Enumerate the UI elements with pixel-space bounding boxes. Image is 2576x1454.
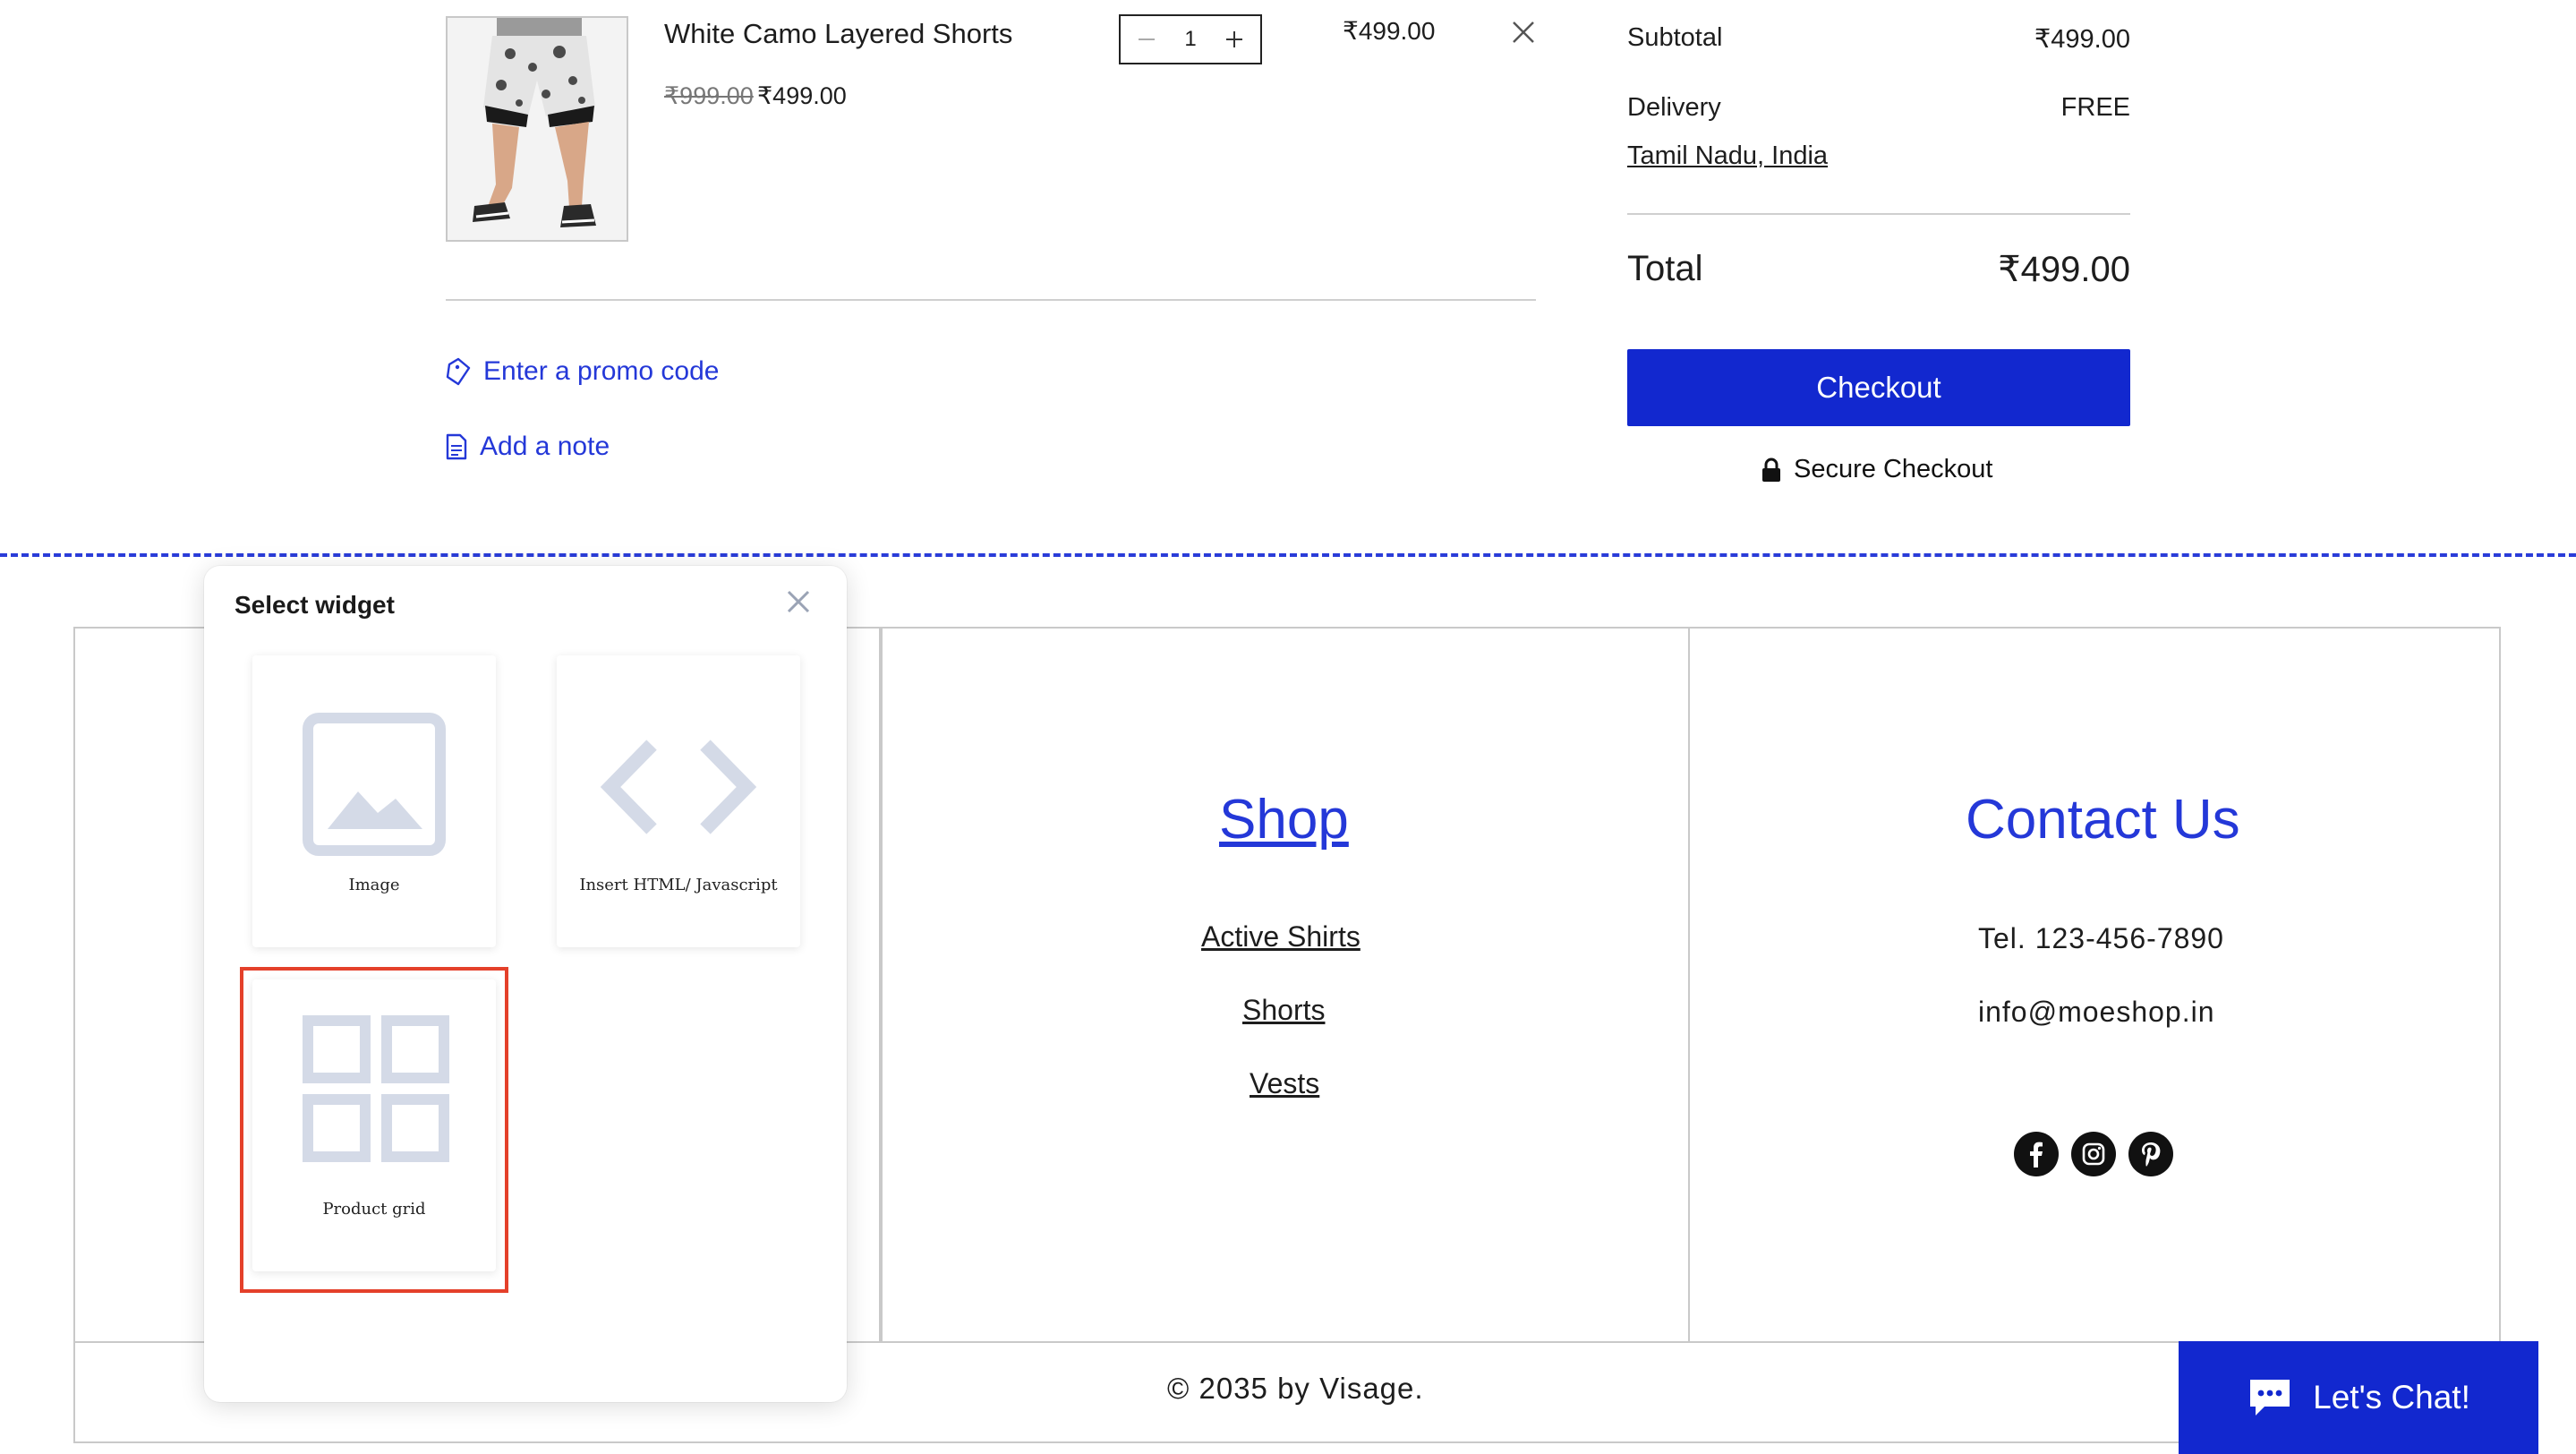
minus-icon (1139, 38, 1155, 40)
widget-option-image[interactable]: Image (252, 655, 496, 947)
chat-label: Let's Chat! (2313, 1379, 2470, 1416)
quantity-stepper[interactable]: 1 (1119, 14, 1262, 64)
footer-phone: Tel. 123-456-7890 (1978, 922, 2224, 954)
subtotal-label: Subtotal (1627, 23, 1723, 52)
secure-checkout: Secure Checkout (1761, 455, 1992, 484)
summary-divider (1627, 213, 2130, 215)
quantity-value[interactable]: 1 (1184, 27, 1196, 52)
promo-code-label: Enter a promo code (483, 356, 720, 386)
close-icon (1513, 21, 1534, 43)
widget-option-label: Insert HTML/ Javascript (579, 876, 778, 894)
footer-link-shorts[interactable]: Shorts (1242, 994, 1325, 1027)
plus-icon (1225, 31, 1242, 47)
decrease-quantity-button[interactable] (1133, 26, 1160, 53)
footer-email[interactable]: info@moeshop.in (1978, 996, 2215, 1029)
secure-checkout-label: Secure Checkout (1794, 455, 1993, 483)
footer-shop-title[interactable]: Shop (1219, 788, 1349, 851)
chat-button[interactable]: Let's Chat! (2179, 1341, 2538, 1454)
footer-copyright: © 2035 by Visage. (1167, 1372, 1424, 1405)
product-thumbnail[interactable] (446, 16, 628, 242)
total-label: Total (1627, 249, 1703, 288)
tag-icon (446, 357, 471, 386)
chat-bubble-icon (2250, 1380, 2290, 1416)
code-icon (600, 740, 757, 834)
panel-title: Select widget (235, 591, 395, 619)
total-value: ₹499.00 (1998, 250, 2130, 289)
delivery-value: FREE (2060, 93, 2130, 122)
subtotal-value: ₹499.00 (2034, 25, 2130, 54)
section-boundary (0, 553, 2576, 557)
note-icon (446, 433, 467, 460)
product-photo (448, 18, 627, 240)
instagram-icon[interactable] (2071, 1132, 2116, 1176)
checkout-button[interactable]: Checkout (1627, 349, 2130, 426)
product-sale-price: ₹499.00 (757, 82, 847, 109)
selection-highlight (240, 967, 508, 1293)
product-name[interactable]: White Camo Layered Shorts (664, 18, 1012, 50)
promo-code-link[interactable]: Enter a promo code (446, 356, 719, 387)
footer-link-active-shirts[interactable]: Active Shirts (1201, 920, 1361, 954)
widget-option-html[interactable]: Insert HTML/ Javascript (557, 655, 800, 947)
footer-contact-title: Contact Us (1966, 789, 2240, 851)
facebook-icon[interactable] (2014, 1132, 2059, 1176)
lock-icon (1762, 458, 1780, 482)
increase-quantity-button[interactable] (1221, 26, 1248, 53)
footer-link-vests[interactable]: Vests (1250, 1067, 1319, 1100)
image-icon (303, 713, 446, 856)
footer-column-shop (879, 627, 1690, 1343)
widget-option-label: Image (348, 876, 400, 894)
cart-divider (446, 299, 1536, 301)
delivery-label: Delivery (1627, 93, 1721, 122)
close-icon (787, 590, 810, 613)
line-total: ₹499.00 (1343, 17, 1436, 45)
add-note-label: Add a note (480, 432, 610, 461)
footer-column-contact (1688, 627, 2501, 1343)
pinterest-icon[interactable] (2128, 1132, 2173, 1176)
remove-item-button[interactable] (1509, 18, 1538, 47)
add-note-link[interactable]: Add a note (446, 432, 610, 462)
panel-close-button[interactable] (782, 586, 815, 618)
delivery-region-link[interactable]: Tamil Nadu, India (1627, 141, 1828, 171)
product-original-price: ₹999.00 (664, 82, 754, 109)
